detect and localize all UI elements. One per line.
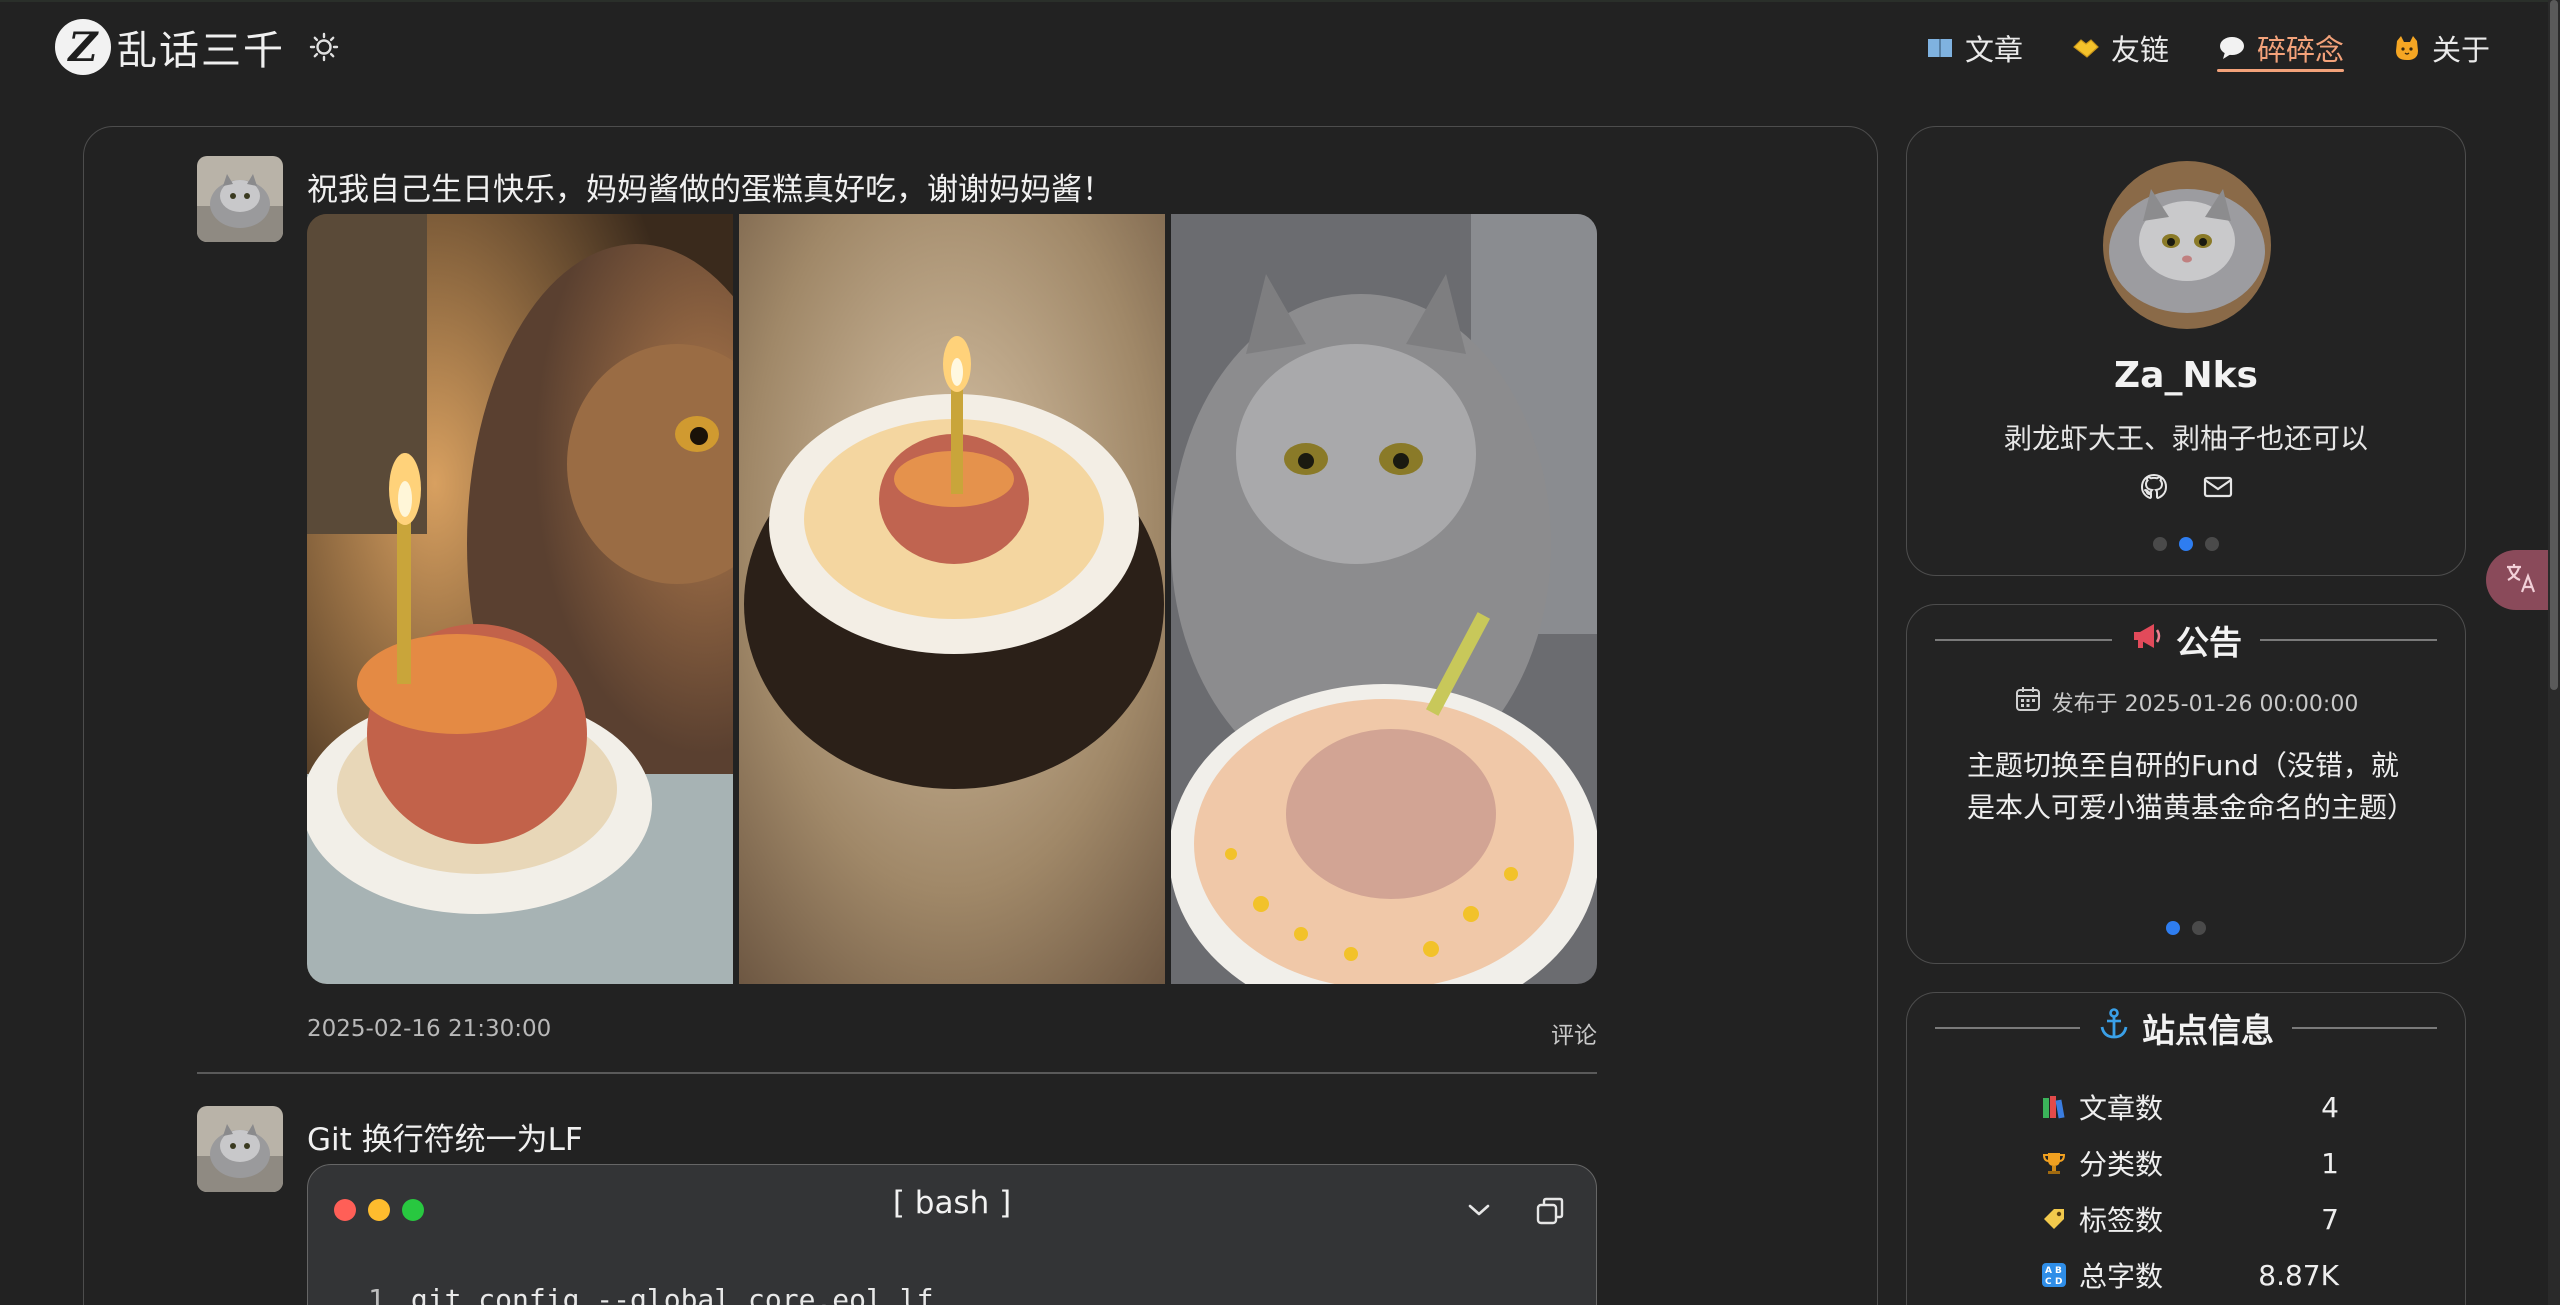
books-icon [2039,1092,2069,1122]
chevron-down-icon[interactable] [1462,1193,1496,1227]
site-info-card: 站点信息 文章数 4 分类数 1 标签数 7 ABCD 总字数 8.87K [1906,992,2466,1305]
code-block: [ bash ] 1 git config --global core.eol l… [307,1164,1597,1305]
carousel-dot-active[interactable] [2179,537,2193,551]
speech-bubble-icon [2217,33,2247,63]
nav-item-friend-links[interactable]: 友链 [2071,24,2169,72]
carousel-dot[interactable] [2192,921,2206,935]
abcd-icon: ABCD [2039,1260,2069,1290]
murmur-post: Git 换行符统一为LF [ bash ] 1 git config --glob… [197,1106,1597,1305]
code-language-label: [ bash ] [892,1185,1012,1221]
divider [1935,639,2112,641]
post-divider [197,1072,1597,1074]
profile-avatar[interactable] [2103,161,2271,329]
post-timestamp: 2025-02-16 21:30:00 [307,1016,552,1042]
stat-row-word-count: ABCD 总字数 8.87K [2039,1247,2339,1303]
nav-item-articles[interactable]: 文章 [1925,24,2023,72]
profile-name: Za_Nks [2114,355,2258,396]
site-logo[interactable]: Z [55,19,111,75]
carousel-dot[interactable] [2205,537,2219,551]
nav-label-articles: 文章 [1964,33,2023,67]
site-title[interactable]: 乱话三千 [117,18,285,76]
stat-row-categories: 分类数 1 [2039,1135,2339,1191]
avatar[interactable] [197,1106,283,1192]
post-text: 祝我自己生日快乐，妈妈酱做的蛋糕真好吃，谢谢妈妈酱！ [307,172,1113,208]
trophy-icon [2039,1148,2069,1178]
profile-bio: 剥龙虾大王、剥柚子也还可以 [2003,422,2368,455]
nav-label-about: 关于 [2431,33,2490,67]
carousel-dot[interactable] [2153,537,2167,551]
page-scrollbar[interactable] [2548,0,2560,1305]
top-navbar: Z 乱话三千 文章 友链 碎碎念 关于 [0,0,2560,90]
site-brand[interactable]: Z 乱话三千 [55,16,341,78]
cat-face-icon [2392,33,2422,63]
divider [2260,639,2437,641]
line-number: 1 [368,1283,385,1305]
stat-value: 7 [2321,1202,2339,1236]
avatar[interactable] [197,156,283,242]
notice-title: 公告 [2130,616,2242,664]
svg-text:C: C [2045,1277,2052,1287]
nav-item-murmurs[interactable]: 碎碎念 [2216,24,2345,72]
profile-card: Za_Nks 剥龙虾大王、剥柚子也还可以 [1906,126,2466,576]
svg-text:A: A [2045,1266,2052,1276]
carousel-dot-active[interactable] [2166,921,2180,935]
book-icon [1925,33,1955,63]
main-nav: 文章 友链 碎碎念 关于 [1925,22,2490,74]
notice-header: 公告 [1935,615,2437,665]
megaphone-icon [2130,620,2164,660]
code-text: git config --global core.eol lf [410,1283,934,1305]
stat-value: 1 [2321,1146,2339,1180]
murmur-post: 祝我自己生日快乐，妈妈酱做的蛋糕真好吃，谢谢妈妈酱！ 2025-02-16 21… [197,156,1597,1076]
site-stats: 文章数 4 分类数 1 标签数 7 ABCD 总字数 8.87K [2039,1079,2339,1303]
mail-icon[interactable] [2200,469,2236,505]
notice-title-text: 公告 [2176,623,2242,662]
copy-icon[interactable] [1532,1193,1568,1229]
tag-icon [2039,1204,2069,1234]
stat-value: 4 [2321,1090,2339,1124]
divider [1935,1027,2080,1029]
calendar-icon [2014,685,2042,719]
nav-label-murmurs: 碎碎念 [2256,33,2344,67]
notice-body: 主题切换至自研的Fund（没错，就是本人可爱小猫黄基金命名的主题） [1967,749,2416,824]
notice-date-text: 发布于 2025-01-26 00:00:00 [2051,692,2359,717]
candle-cake-photo[interactable] [739,214,1165,984]
stat-label: 分类数 [2079,1148,2164,1181]
notice-carousel-dots [1907,921,2465,935]
profile-links [1907,469,2465,505]
translate-icon [2504,561,2538,599]
stat-value: 8.87K [2258,1258,2339,1292]
post-text: Git 换行符统一为LF [307,1122,583,1158]
comment-link[interactable]: 评论 [1551,1016,1597,1050]
site-info-title: 站点信息 [2098,1004,2274,1052]
scrollbar-thumb[interactable] [2550,0,2558,690]
stat-label: 总字数 [2079,1260,2164,1293]
profile-carousel-dots [1907,537,2465,551]
site-info-header: 站点信息 [1935,1003,2437,1053]
nav-item-about[interactable]: 关于 [2392,24,2490,72]
stat-label: 文章数 [2079,1092,2164,1125]
stat-label: 标签数 [2079,1204,2164,1237]
cat-and-cake-photo[interactable] [307,214,733,984]
nav-label-friend-links: 友链 [2110,33,2169,67]
divider [2292,1027,2437,1029]
notice-card: 公告 发布于 2025-01-26 00:00:00 主题切换至自研的Fund（… [1906,604,2466,964]
theme-toggle-sun-icon[interactable] [307,30,341,64]
svg-text:D: D [2055,1277,2062,1287]
stat-row-tags: 标签数 7 [2039,1191,2339,1247]
photo-gallery [307,214,1597,984]
github-icon[interactable] [2136,469,2172,505]
translate-button[interactable] [2486,550,2556,610]
grey-cat-cake-photo[interactable] [1171,214,1597,984]
notice-date: 发布于 2025-01-26 00:00:00 [1907,685,2465,719]
anchor-icon [2098,1007,2130,1049]
stat-row-articles: 文章数 4 [2039,1079,2339,1135]
svg-text:B: B [2055,1266,2062,1276]
handshake-icon [2071,33,2101,63]
site-info-title-text: 站点信息 [2142,1011,2274,1050]
code-line: 1 git config --global core.eol lf [368,1283,933,1305]
